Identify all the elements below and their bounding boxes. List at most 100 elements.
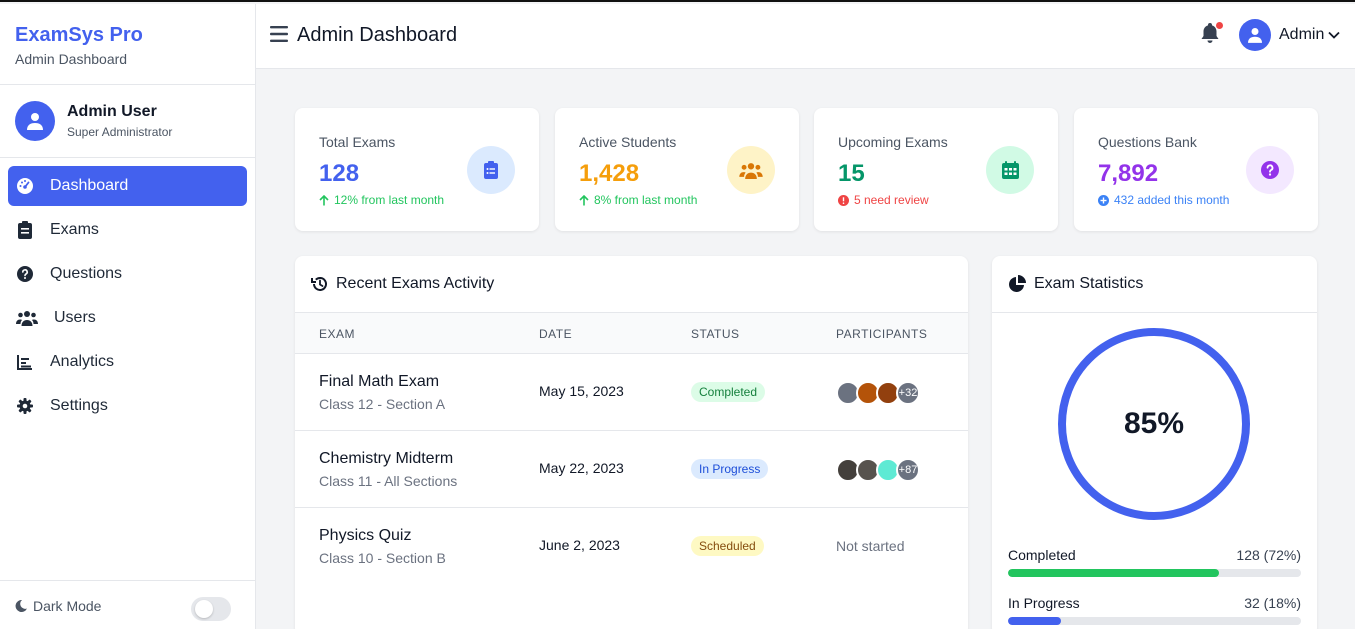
status-badge: Completed: [691, 382, 766, 402]
table-row[interactable]: Chemistry Midterm Class 11 - All Section…: [295, 431, 968, 508]
card-header: Exam Statistics: [992, 256, 1317, 313]
progress-track: [1008, 569, 1301, 577]
brand-title: ExamSys Pro: [15, 24, 143, 46]
stat-trend: 12% from last month: [319, 193, 444, 207]
stat-bar-completed: Completed 128 (72%): [1008, 547, 1301, 577]
stat-trend-text: 12% from last month: [334, 193, 445, 207]
sidebar-item-label: Users: [54, 309, 96, 326]
exam-class: Class 10 - Section B: [319, 550, 446, 566]
participants-status: Not started: [836, 538, 905, 554]
toggle-knob: [195, 600, 213, 618]
clipboard-list-icon: [467, 146, 515, 194]
question-circle-icon: [1246, 146, 1294, 194]
exam-name: Chemistry Midterm: [319, 450, 454, 467]
stat-label: Active Students: [579, 134, 677, 150]
arrow-up-icon: [579, 194, 589, 205]
participants: +32: [836, 381, 920, 405]
column-header-date: DATE: [539, 327, 573, 341]
sidebar-nav: Dashboard Exams Questions Users Analytic…: [0, 158, 255, 426]
table-row[interactable]: Physics Quiz Class 10 - Section B June 2…: [295, 508, 968, 585]
card-title: Exam Statistics: [1034, 275, 1144, 292]
stat-card-upcoming-exams: Upcoming Exams 15 5 need review: [814, 108, 1058, 231]
stat-trend: 5 need review: [838, 193, 929, 207]
stat-trend-text: 432 added this month: [1114, 193, 1230, 207]
stat-value: 1,428: [579, 160, 640, 187]
gear-icon: [16, 397, 34, 415]
progress-fill: [1008, 617, 1061, 625]
dashboard-gauge-icon: [16, 177, 34, 195]
stat-bar-in-progress: In Progress 32 (18%): [1008, 595, 1301, 625]
user-menu[interactable]: Admin: [1279, 26, 1340, 44]
stat-trend: 8% from last month: [579, 193, 697, 207]
column-header-exam: EXAM: [319, 327, 356, 341]
stat-card-active-students: Active Students 1,428 8% from last month: [555, 108, 799, 231]
table-header: EXAM DATE STATUS PARTICIPANTS: [295, 313, 968, 354]
sidebar-item-label: Questions: [50, 265, 123, 282]
sidebar-item-users[interactable]: Users: [8, 298, 247, 338]
stat-trend-text: 5 need review: [854, 193, 929, 207]
status-badge: Scheduled: [691, 536, 764, 556]
column-header-status: STATUS: [691, 327, 740, 341]
avatar: [15, 101, 55, 141]
brand-subtitle: Admin Dashboard: [15, 51, 128, 67]
alert-circle-icon: [838, 194, 849, 206]
participants: +87: [836, 458, 920, 482]
sidebar-item-label: Exams: [50, 221, 99, 238]
sidebar-item-exams[interactable]: Exams: [8, 210, 247, 250]
sidebar-item-questions[interactable]: Questions: [8, 254, 247, 294]
profile-name: Admin User: [67, 103, 157, 120]
card-header: Recent Exams Activity: [295, 256, 968, 313]
dark-mode-toggle[interactable]: [191, 597, 231, 621]
profile-role: Super Administrator: [67, 125, 173, 139]
progress-track: [1008, 617, 1301, 625]
profile[interactable]: Admin User Super Administrator: [0, 85, 255, 158]
stat-card-total-exams: Total Exams 128 12% from last month: [295, 108, 539, 231]
exam-name: Final Math Exam: [319, 373, 440, 390]
exam-statistics-card: Exam Statistics 85% Completed 128 (72%) …: [992, 256, 1317, 629]
exam-date: May 15, 2023: [539, 383, 624, 399]
stat-value: 128: [319, 160, 360, 187]
stat-label: Upcoming Exams: [838, 134, 948, 150]
dark-mode-label: Dark Mode: [33, 598, 102, 614]
column-header-participants: PARTICIPANTS: [836, 327, 928, 341]
user-menu-label: Admin: [1279, 26, 1325, 43]
page-title: Admin Dashboard: [297, 24, 458, 46]
completion-percent: 85%: [1123, 407, 1185, 440]
exam-class: Class 12 - Section A: [319, 396, 446, 412]
history-icon: [311, 277, 327, 291]
calendar-icon: [986, 146, 1034, 194]
exam-date: May 22, 2023: [539, 460, 624, 476]
arrow-up-icon: [319, 194, 329, 205]
status-badge: In Progress: [691, 459, 769, 479]
user-icon: [1248, 28, 1262, 43]
exam-class: Class 11 - All Sections: [319, 473, 458, 489]
question-circle-icon: [16, 265, 34, 283]
table-row[interactable]: Final Math Exam Class 12 - Section A May…: [295, 354, 968, 431]
stat-card-questions-bank: Questions Bank 7,892 432 added this mont…: [1074, 108, 1318, 231]
users-icon: [16, 309, 38, 327]
stat-bar-label: Completed: [1008, 547, 1076, 563]
stat-value: 15: [838, 160, 865, 187]
stat-trend: 432 added this month: [1098, 193, 1229, 207]
completion-ring: 85%: [1058, 328, 1250, 520]
sidebar-item-analytics[interactable]: Analytics: [8, 342, 247, 382]
sidebar-item-dashboard[interactable]: Dashboard: [8, 166, 247, 206]
menu-icon[interactable]: [270, 26, 288, 47]
sidebar-item-settings[interactable]: Settings: [8, 386, 247, 426]
users-icon: [727, 146, 775, 194]
sidebar-footer: Dark Mode: [0, 580, 255, 629]
sidebar-item-label: Dashboard: [50, 177, 129, 194]
plus-circle-icon: [1098, 194, 1109, 206]
stat-bar-value: 32 (18%): [1244, 595, 1301, 611]
exam-name: Physics Quiz: [319, 527, 412, 544]
stat-value: 7,892: [1098, 160, 1159, 187]
stat-bar-label: In Progress: [1008, 595, 1080, 611]
participants-more-count: +32: [896, 381, 920, 405]
stat-label: Questions Bank: [1098, 134, 1197, 150]
header-avatar[interactable]: [1239, 19, 1271, 51]
progress-fill: [1008, 569, 1219, 577]
user-icon: [27, 113, 43, 130]
participants-more-count: +87: [896, 458, 920, 482]
brand: ExamSys Pro Admin Dashboard: [0, 4, 255, 85]
topbar: Admin Dashboard Admin: [256, 4, 1355, 69]
